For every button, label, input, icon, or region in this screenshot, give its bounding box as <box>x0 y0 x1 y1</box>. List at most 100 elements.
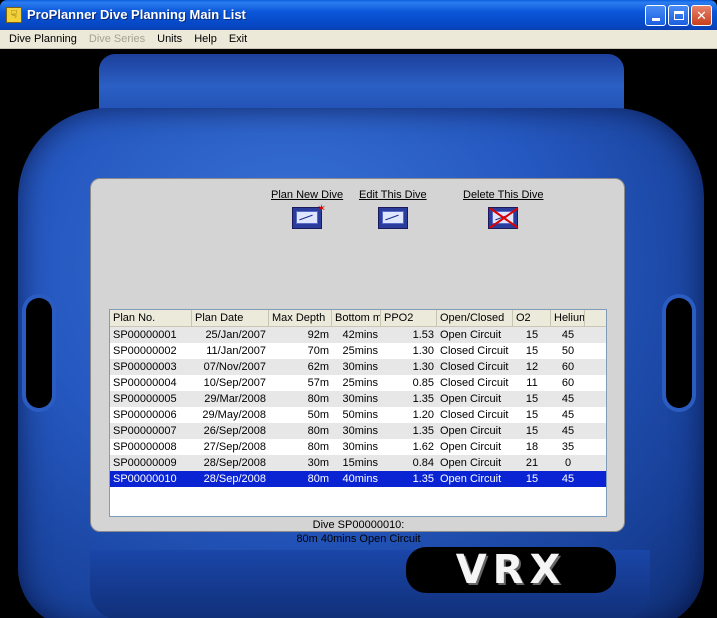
table-cell: SP00000002 <box>113 345 177 357</box>
window-title: ProPlanner Dive Planning Main List <box>27 7 246 22</box>
dive-plan-list[interactable]: Plan No. Plan Date Max Depth Bottom m PP… <box>109 309 607 517</box>
delete-dive-link[interactable]: Delete This Dive <box>463 189 544 201</box>
table-row[interactable]: SP00000006 29/May/2008 50m 50mins 1.20 Closed… <box>110 407 606 423</box>
table-cell: 80m <box>307 473 329 485</box>
vrx-logo-text: VRX <box>455 547 567 593</box>
table-row[interactable]: SP00000002 11/Jan/2007 70m 25mins 1.30 Closed… <box>110 343 606 359</box>
table-cell: 45 <box>561 425 575 437</box>
table-cell: 45 <box>561 393 575 405</box>
selected-dive-summary: Dive SP00000010: 80m 40mins Open Circuit <box>91 518 626 546</box>
table-cell: 11/Jan/2007 <box>206 345 266 357</box>
table-cell: 45 <box>561 409 575 421</box>
table-cell: 57m <box>307 377 329 389</box>
table-cell: 1.35 <box>412 393 434 405</box>
menu-help[interactable]: Help <box>188 30 223 49</box>
table-cell: 27/Sep/2008 <box>203 441 266 453</box>
edit-dive-icon[interactable] <box>377 207 408 229</box>
table-cell: 70m <box>307 345 329 357</box>
column-header-open-closed[interactable]: Open/Closed <box>437 310 513 326</box>
table-cell: 0.84 <box>412 457 434 469</box>
title-bar[interactable]: ☟ ProPlanner Dive Planning Main List ✕ <box>0 0 717 30</box>
table-row[interactable]: SP00000007 26/Sep/2008 80m 30mins 1.35 Open C… <box>110 423 606 439</box>
table-cell: 15 <box>525 473 539 485</box>
table-cell: SP00000008 <box>113 441 177 453</box>
close-button[interactable]: ✕ <box>691 5 712 26</box>
table-cell: 30mins <box>342 361 378 373</box>
table-cell: SP00000001 <box>113 329 177 341</box>
minimize-icon <box>651 18 660 21</box>
column-header-max-depth[interactable]: Max Depth <box>269 310 332 326</box>
table-cell: 15 <box>525 393 539 405</box>
maximize-icon <box>673 11 684 20</box>
edit-dive-link[interactable]: Edit This Dive <box>359 189 427 201</box>
table-cell: 30mins <box>342 441 378 453</box>
summary-line-2: 80m 40mins Open Circuit <box>296 533 421 545</box>
table-cell: 50mins <box>342 409 378 421</box>
table-cell: 80m <box>307 393 329 405</box>
plan-new-dive-link[interactable]: Plan New Dive <box>271 189 343 201</box>
table-cell: 45 <box>561 473 575 485</box>
table-row[interactable]: SP00000008 27/Sep/2008 80m 30mins 1.62 Open C… <box>110 439 606 455</box>
menu-exit[interactable]: Exit <box>223 30 253 49</box>
delete-dive-icon[interactable] <box>488 207 519 229</box>
table-row[interactable]: SP00000003 07/Nov/2007 62m 30mins 1.30 Closed… <box>110 359 606 375</box>
table-cell: 1.53 <box>412 329 434 341</box>
device-background: Plan New Dive ✶ Edit This Dive Delete Th… <box>4 50 713 618</box>
table-cell: Closed Circuit <box>440 345 509 357</box>
table-cell: 40mins <box>342 473 378 485</box>
plan-new-dive-icon[interactable]: ✶ <box>292 203 326 229</box>
table-cell: SP00000004 <box>113 377 177 389</box>
delete-dive-action[interactable]: Delete This Dive <box>463 189 544 229</box>
table-cell: 15 <box>525 329 539 341</box>
summary-line-1: Dive SP00000010: <box>312 519 405 531</box>
table-cell: 35 <box>561 441 575 453</box>
column-header-plan-no[interactable]: Plan No. <box>110 310 192 326</box>
table-cell: 60 <box>561 361 575 373</box>
table-cell: 25mins <box>342 377 378 389</box>
device-screen: Plan New Dive ✶ Edit This Dive Delete Th… <box>90 178 625 545</box>
edit-dive-action[interactable]: Edit This Dive <box>359 189 427 229</box>
table-cell: 45 <box>561 329 575 341</box>
table-row[interactable]: SP00000010 28/Sep/2008 80m 40mins 1.35 Open C… <box>110 471 606 487</box>
table-row[interactable]: SP00000001 25/Jan/2007 92m 42mins 1.53 Open C… <box>110 327 606 343</box>
minimize-button[interactable] <box>645 5 666 26</box>
table-row[interactable]: SP00000005 29/Mar/2008 80m 30mins 1.35 Open C… <box>110 391 606 407</box>
device-slot-right <box>666 298 692 408</box>
table-cell: SP00000007 <box>113 425 177 437</box>
table-cell: 25/Jan/2007 <box>205 329 266 341</box>
vrx-logo: VRX <box>406 547 616 593</box>
table-row[interactable]: SP00000004 10/Sep/2007 57m 25mins 0.85 Closed… <box>110 375 606 391</box>
table-cell: 80m <box>307 441 329 453</box>
table-cell: 29/May/2008 <box>202 409 266 421</box>
column-header-bottom[interactable]: Bottom m <box>332 310 381 326</box>
table-cell: 15 <box>525 409 539 421</box>
menu-dive-planning[interactable]: Dive Planning <box>3 30 83 49</box>
table-cell: Open Circuit <box>440 473 502 485</box>
menu-units[interactable]: Units <box>151 30 188 49</box>
table-cell: 12 <box>525 361 539 373</box>
column-header-plan-date[interactable]: Plan Date <box>192 310 269 326</box>
table-cell: 26/Sep/2008 <box>203 425 266 437</box>
plan-new-dive-action[interactable]: Plan New Dive ✶ <box>271 189 343 229</box>
list-header: Plan No. Plan Date Max Depth Bottom m PP… <box>110 310 606 327</box>
table-cell: 62m <box>307 361 329 373</box>
column-header-o2[interactable]: O2 <box>513 310 551 326</box>
table-cell: Open Circuit <box>440 457 502 469</box>
app-icon[interactable]: ☟ <box>6 7 22 23</box>
table-cell: 30mins <box>342 425 378 437</box>
device-slot-left <box>26 298 52 408</box>
column-header-helium[interactable]: Helium <box>551 310 585 326</box>
table-cell: 28/Sep/2008 <box>203 457 266 469</box>
column-header-ppo2[interactable]: PPO2 <box>381 310 437 326</box>
table-cell: 50 <box>561 345 575 357</box>
table-cell: 0 <box>564 457 572 469</box>
table-cell: 10/Sep/2007 <box>203 377 266 389</box>
table-cell: SP00000010 <box>113 473 177 485</box>
table-row[interactable]: SP00000009 28/Sep/2008 30m 15mins 0.84 Open C… <box>110 455 606 471</box>
table-cell: 80m <box>307 425 329 437</box>
table-cell: Closed Circuit <box>440 361 509 373</box>
table-cell: 42mins <box>342 329 378 341</box>
table-cell: SP00000003 <box>113 361 177 373</box>
maximize-button[interactable] <box>668 5 689 26</box>
table-cell: 18 <box>525 441 539 453</box>
